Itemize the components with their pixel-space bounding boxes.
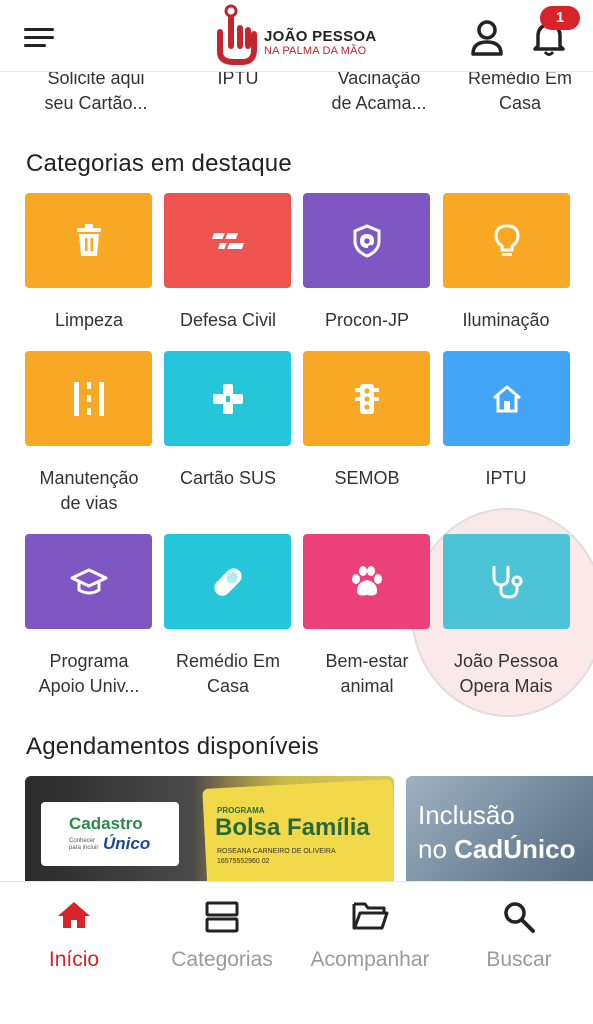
nav-label: Buscar [486, 948, 552, 971]
nav-categorias[interactable]: Categorias [148, 882, 296, 992]
service-item[interactable]: Vacinação de Acama... [309, 66, 449, 116]
search-icon [504, 902, 535, 933]
category-tile-joao-pessoa-opera-mais[interactable] [443, 534, 570, 629]
category-label: IPTU [485, 468, 527, 488]
category-tile-remedio-em-casa[interactable] [164, 534, 291, 629]
nav-buscar[interactable]: Buscar [445, 882, 593, 992]
category-label-line1: Bem-estar [325, 651, 409, 671]
graduation-cap-icon [70, 568, 107, 594]
nav-label: Início [48, 948, 100, 971]
category-label: SEMOB [334, 468, 400, 488]
profile-button[interactable] [468, 18, 506, 58]
category-label-line2: de vias [60, 493, 118, 513]
house-icon [492, 385, 521, 412]
folder-icon [352, 902, 389, 930]
nav-inicio[interactable]: Início [0, 882, 148, 992]
notification-badge: 1 [540, 6, 580, 30]
card-number-text: 16575552960 02 [217, 858, 270, 865]
category-tile-iluminacao[interactable] [443, 193, 570, 288]
menu-icon [24, 28, 54, 31]
category-label: Cartão SUS [179, 468, 277, 488]
category-label: João Pessoa Opera Mais [431, 649, 581, 699]
category-tile-bem-estar-animal[interactable] [303, 534, 430, 629]
pill-icon [213, 567, 242, 596]
user-icon [471, 20, 503, 56]
paw-icon [351, 565, 382, 595]
cadastro-small-text: Conhecer para incluir [69, 838, 99, 851]
category-label: Procon-JP [324, 310, 410, 330]
cadastro-text: Cadastro [69, 814, 143, 833]
health-cross-icon [212, 383, 243, 414]
road-icon [73, 381, 104, 416]
service-item[interactable]: Remédio Em Casa [450, 66, 590, 116]
menu-icon-bar-short [24, 44, 46, 47]
app-header: JOÃO PESSOA NA PALMA DA MÃO [0, 0, 593, 72]
category-label-line1: Remédio Em [175, 651, 281, 671]
category-label: Manutenção de vias [14, 466, 164, 516]
category-label: Bem-estar animal [292, 649, 442, 699]
category-tile-limpeza[interactable] [25, 193, 152, 288]
unico-text: Único [103, 834, 151, 853]
banner-line2-bold: CadÚnico [454, 834, 576, 864]
service-item[interactable]: Solicite aqui seu Cartão... [26, 66, 166, 116]
shield-at-icon [353, 223, 380, 258]
banner-line2: no CadÚnico [418, 834, 576, 865]
nav-acompanhar[interactable]: Acompanhar [296, 882, 444, 992]
category-label-line2: Opera Mais [459, 676, 553, 696]
category-label-line1: Programa [49, 651, 129, 671]
category-label-line2: Apoio Univ... [38, 676, 140, 696]
stethoscope-icon [492, 565, 522, 599]
traffic-light-icon [354, 383, 379, 414]
app-logo[interactable]: JOÃO PESSOA NA PALMA DA MÃO [214, 4, 384, 66]
bottom-navigation: Início Categorias Acompanhar Buscar [0, 881, 593, 1024]
home-icon [58, 902, 90, 928]
category-tile-defesa-civil[interactable] [164, 193, 291, 288]
service-label-line2: seu Cartão... [44, 93, 148, 113]
category-label-line1: Manutenção [39, 468, 139, 488]
category-label-line1: João Pessoa [453, 651, 559, 671]
category-tile-procon[interactable] [303, 193, 430, 288]
banner-inclusao-cadunico[interactable]: Inclusão no CadÚnico [406, 776, 593, 886]
civil-defense-icon [211, 230, 244, 251]
top-services-row: Solicite aqui seu Cartão... IPTU Vacinaç… [0, 66, 593, 120]
lightbulb-icon [493, 223, 520, 256]
banner-line1: Inclusão [418, 800, 515, 830]
category-tile-semob[interactable] [303, 351, 430, 446]
hand-logo-icon [217, 4, 257, 65]
category-tile-manutencao-vias[interactable] [25, 351, 152, 446]
trash-icon [76, 223, 101, 256]
logo-subtitle: NA PALMA DA MÃO [264, 45, 367, 57]
service-label-line2: de Acama... [331, 93, 427, 113]
categories-icon [205, 901, 239, 933]
category-tile-iptu[interactable] [443, 351, 570, 446]
banner-bolsa-familia[interactable]: PROGRAMA Bolsa Família ROSEANA CARNEIRO … [25, 776, 394, 886]
cadastro-unico-logo: Cadastro Conhecer para incluir Único [41, 802, 179, 866]
logo-title: JOÃO PESSOA [264, 28, 377, 45]
category-label: Defesa Civil [179, 310, 277, 330]
category-label: Limpeza [54, 310, 124, 330]
menu-button[interactable] [24, 24, 58, 50]
banner-line2-prefix: no [418, 834, 455, 864]
schedules-section-title: Agendamentos disponíveis [26, 733, 319, 760]
card-name-text: ROSEANA CARNEIRO DE OLIVEIRA [217, 848, 336, 855]
category-label: Iluminação [462, 310, 550, 330]
nav-label: Categorias [171, 948, 273, 971]
category-label-line2: Casa [206, 676, 250, 696]
category-label: Remédio Em Casa [153, 649, 303, 699]
service-label-line2: Casa [498, 93, 542, 113]
nav-label: Acompanhar [310, 948, 430, 971]
menu-icon-bar [24, 36, 54, 39]
category-tile-cartao-sus[interactable] [164, 351, 291, 446]
category-tile-programa-apoio[interactable] [25, 534, 152, 629]
category-label: Programa Apoio Univ... [14, 649, 164, 699]
category-label-line2: animal [340, 676, 394, 696]
card-title-text: Bolsa Família [215, 814, 370, 841]
categories-section-title: Categorias em destaque [26, 150, 292, 177]
